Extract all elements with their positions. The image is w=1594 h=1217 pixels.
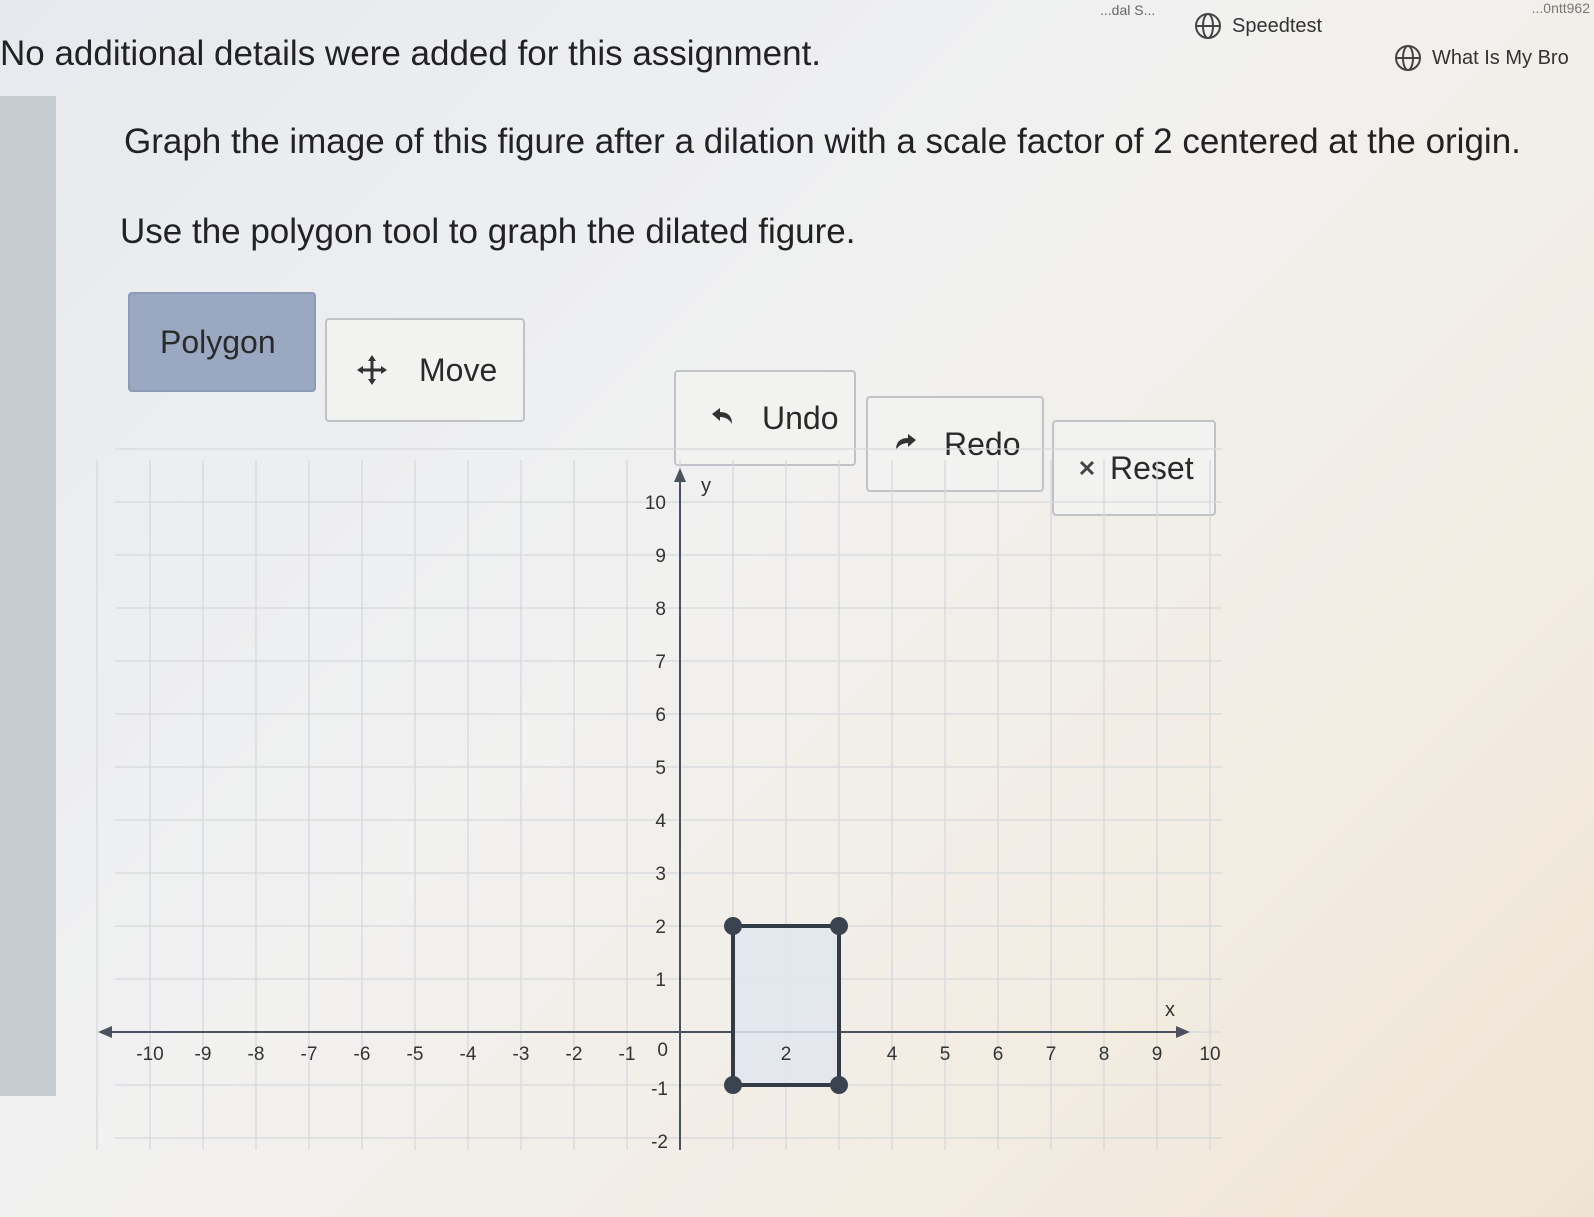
coordinate-grid[interactable]: -10 -9 -8 -7 -6 -5 -4 -3 -2 -1 2 4 5 6 7 8 9 101098765432… bbox=[0, 0, 1594, 1217]
y-tick-label: 8 bbox=[655, 599, 666, 620]
polygon-layer[interactable] bbox=[724, 917, 848, 1094]
x-tick-label: 10 bbox=[1199, 1044, 1220, 1065]
y-tick-label: -1 bbox=[651, 1079, 668, 1100]
x-tick-label: 2 bbox=[781, 1044, 792, 1065]
x-tick-label: 8 bbox=[1099, 1044, 1110, 1065]
x-tick-label: -5 bbox=[407, 1044, 424, 1065]
y-axis-label: y bbox=[701, 475, 711, 497]
y-tick-label: 4 bbox=[655, 811, 666, 832]
y-tick-label: 5 bbox=[655, 758, 666, 779]
x-tick-label: -8 bbox=[248, 1044, 265, 1065]
x-axis-arrow-left bbox=[98, 1026, 112, 1038]
x-tick-label: 5 bbox=[940, 1044, 951, 1065]
y-tick-label: -2 bbox=[651, 1132, 668, 1153]
y-tick-label: 7 bbox=[655, 652, 666, 673]
x-axis-label: x bbox=[1165, 999, 1175, 1021]
polygon-vertex-handle[interactable] bbox=[724, 917, 742, 935]
x-tick-label: 6 bbox=[993, 1044, 1004, 1065]
tick-labels: -10 -9 -8 -7 -6 -5 -4 -3 -2 -1 2 4 5 6 7 8 9 101098765432… bbox=[136, 475, 1220, 1153]
x-tick-label: -9 bbox=[195, 1044, 212, 1065]
y-tick-label: 10 bbox=[645, 493, 666, 514]
y-tick-label: 2 bbox=[655, 917, 666, 938]
polygon-vertex-handle[interactable] bbox=[830, 1076, 848, 1094]
x-tick-label: -6 bbox=[354, 1044, 371, 1065]
x-tick-label: -7 bbox=[301, 1044, 318, 1065]
polygon-vertex-handle[interactable] bbox=[830, 917, 848, 935]
x-tick-label: 9 bbox=[1152, 1044, 1163, 1065]
y-tick-label: 3 bbox=[655, 864, 666, 885]
x-tick-label: -2 bbox=[566, 1044, 583, 1065]
x-tick-label: -3 bbox=[513, 1044, 530, 1065]
x-tick-label: 7 bbox=[1046, 1044, 1057, 1065]
y-tick-label: 6 bbox=[655, 705, 666, 726]
y-axis-arrow bbox=[674, 468, 686, 482]
y-tick-label: 9 bbox=[655, 546, 666, 567]
x-axis-arrow-right bbox=[1176, 1026, 1190, 1038]
y-tick-label: 1 bbox=[655, 970, 666, 991]
polygon-vertex-handle[interactable] bbox=[724, 1076, 742, 1094]
x-tick-label: -10 bbox=[136, 1044, 163, 1065]
origin-label: 0 bbox=[657, 1040, 668, 1061]
x-tick-label: -1 bbox=[619, 1044, 636, 1065]
x-tick-label: -4 bbox=[460, 1044, 477, 1065]
x-tick-label: 4 bbox=[887, 1044, 898, 1065]
